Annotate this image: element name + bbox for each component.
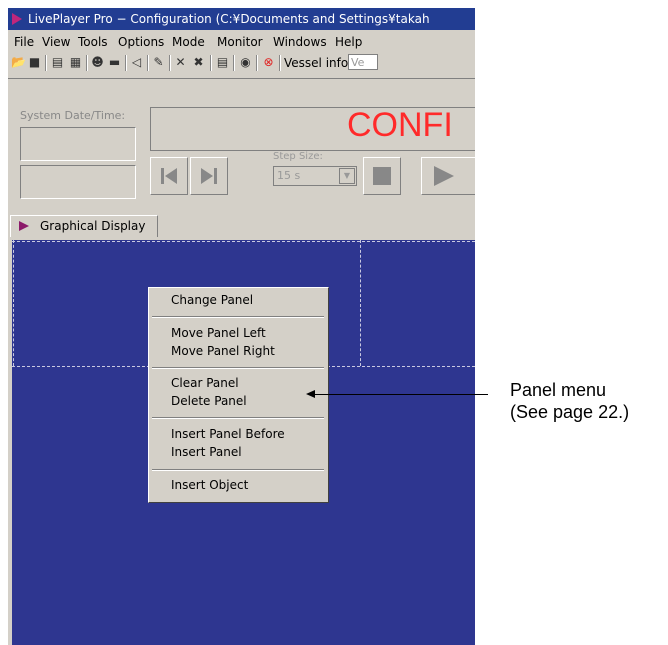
save-icon[interactable]: ■ <box>27 55 42 70</box>
status-text: CONFI <box>347 106 453 144</box>
panel-border <box>12 241 475 242</box>
panel-context-menu: Change Panel Move Panel Left Move Panel … <box>148 287 329 503</box>
play-arrow-icon <box>19 221 29 231</box>
system-time-field <box>20 165 136 199</box>
toolbar-separator <box>86 55 88 71</box>
menu-mode[interactable]: Mode <box>172 32 205 52</box>
menu-view[interactable]: View <box>42 32 70 52</box>
callout-title: Panel menu <box>510 380 607 400</box>
menu-item-change-panel[interactable]: Change Panel <box>171 292 253 308</box>
globe-icon[interactable]: ◉ <box>238 55 253 70</box>
menu-separator <box>152 367 324 369</box>
skip-forward-icon <box>201 168 217 184</box>
menu-file[interactable]: File <box>14 32 34 52</box>
menu-item-insert-object[interactable]: Insert Object <box>171 477 248 493</box>
system-datetime-label: System Date/Time: <box>20 109 126 122</box>
stop-button[interactable] <box>363 157 401 195</box>
error-icon[interactable]: ⊗ <box>261 55 276 70</box>
window-title: LivePlayer Pro − Configuration (C:¥Docum… <box>28 12 430 26</box>
panel-divider <box>360 240 361 366</box>
menu-separator <box>152 417 324 419</box>
skip-forward-button[interactable] <box>190 157 228 195</box>
callout-line <box>312 394 488 395</box>
menu-bar: File View Tools Options Mode Monitor Win… <box>8 32 475 52</box>
title-bar: LivePlayer Pro − Configuration (C:¥Docum… <box>8 8 475 30</box>
menu-item-clear-panel[interactable]: Clear Panel <box>171 375 239 391</box>
play-icon <box>434 166 454 186</box>
chevron-down-icon: ▼ <box>339 168 355 184</box>
menu-monitor[interactable]: Monitor <box>217 32 263 52</box>
vessel-info-label: Vessel info <box>284 56 349 70</box>
menu-item-insert-panel-before[interactable]: Insert Panel Before <box>171 426 285 442</box>
open-folder-icon[interactable]: 📂 <box>11 55 26 70</box>
menu-item-insert-panel[interactable]: Insert Panel <box>171 444 242 460</box>
toolbar-separator <box>233 55 235 71</box>
panel-border <box>13 240 14 366</box>
person-icon[interactable]: ☻ <box>90 55 105 70</box>
menu-help[interactable]: Help <box>335 32 362 52</box>
status-display: CONFI <box>150 106 475 151</box>
document-icon[interactable]: ▤ <box>215 55 230 70</box>
skip-back-icon <box>161 168 177 184</box>
toolbar-separator <box>125 55 127 71</box>
menu-item-move-panel-right[interactable]: Move Panel Right <box>171 343 275 359</box>
tab-label: Graphical Display <box>40 219 146 233</box>
tab-graphical-display[interactable]: Graphical Display <box>10 215 158 237</box>
tools-icon[interactable]: ✕ <box>173 55 188 70</box>
menu-windows[interactable]: Windows <box>273 32 327 52</box>
skip-back-button[interactable] <box>150 157 188 195</box>
toolbar-separator <box>147 55 149 71</box>
toolbar-separator <box>45 55 47 71</box>
toolbar-separator <box>210 55 212 71</box>
control-panel: System Date/Time: CONFI Step Size: 15 s … <box>8 78 475 213</box>
audio-icon[interactable]: ◁ <box>129 55 144 70</box>
menu-item-delete-panel[interactable]: Delete Panel <box>171 393 247 409</box>
settings-icon[interactable]: ✎ <box>151 55 166 70</box>
step-size-select[interactable]: 15 s ▼ <box>273 166 357 186</box>
menu-tools[interactable]: Tools <box>78 32 108 52</box>
step-size-value: 15 s <box>277 169 301 182</box>
menu-separator <box>152 469 324 471</box>
tools-stop-icon[interactable]: ✖ <box>191 55 206 70</box>
network-icon[interactable]: ▦ <box>68 55 83 70</box>
app-logo-icon <box>12 13 22 25</box>
window-list-icon[interactable]: ▤ <box>50 55 65 70</box>
panel-icon[interactable]: ▬ <box>107 55 122 70</box>
system-date-field <box>20 127 136 161</box>
menu-separator <box>152 316 324 318</box>
play-button[interactable] <box>421 157 475 195</box>
menu-options[interactable]: Options <box>118 32 164 52</box>
callout-reference: (See page 22.) <box>510 402 630 422</box>
toolbar-separator <box>169 55 171 71</box>
vessel-info-field[interactable]: Ve <box>348 54 378 70</box>
toolbar: 📂 ■ ▤ ▦ ☻ ▬ ◁ ✎ ✕ ✖ ▤ ◉ ⊗ Vessel info Ve <box>8 52 475 74</box>
step-size-label: Step Size: <box>273 151 323 162</box>
stop-icon <box>373 167 391 185</box>
toolbar-separator <box>256 55 258 71</box>
callout-arrow-icon <box>306 390 315 398</box>
toolbar-separator <box>279 55 281 71</box>
menu-item-move-panel-left[interactable]: Move Panel Left <box>171 325 266 341</box>
